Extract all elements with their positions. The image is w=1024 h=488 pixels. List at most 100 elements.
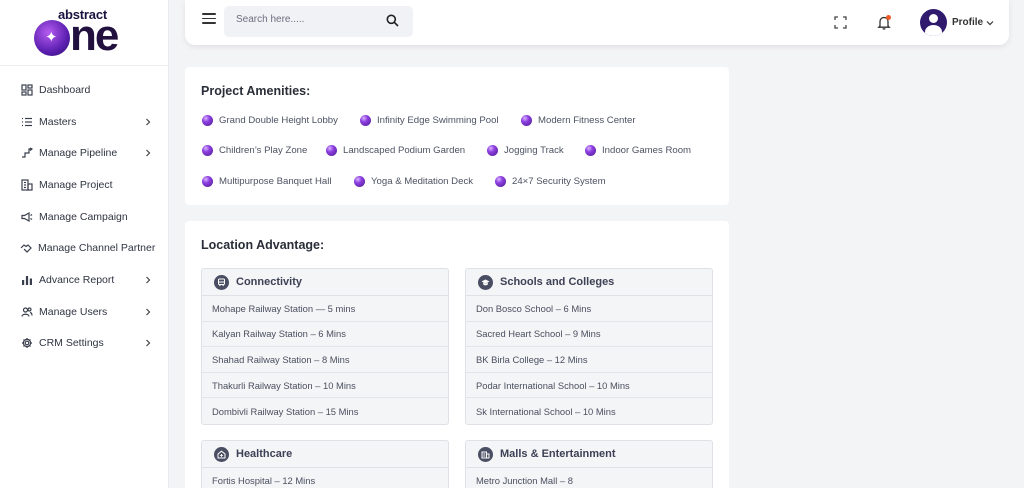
schools-box: Schools and Colleges Don Bosco School – … (465, 268, 713, 425)
fullscreen-icon[interactable] (834, 16, 847, 29)
sidebar-item-crm-settings[interactable]: CRM Settings (0, 328, 168, 360)
bullet-icon (521, 115, 532, 126)
amenity-item: Yoga & Meditation Deck (354, 176, 473, 187)
amenity-item: Jogging Track (487, 145, 564, 156)
list-item: Mohape Railway Station — 5 mins (202, 296, 448, 322)
sidebar-item-label: Advance Report (39, 273, 115, 286)
list-item: BK Birla College – 12 Mins (466, 347, 712, 373)
hamburger-menu-icon[interactable] (202, 13, 216, 25)
amenity-item: Infinity Edge Swimming Pool (360, 115, 499, 126)
amenity-item: Children’s Play Zone (202, 145, 307, 156)
brand-logo-bottom-text: ne (70, 11, 119, 60)
sparkle-icon: ✦ (45, 29, 58, 46)
list-item: Dombivli Railway Station – 15 Mins (212, 405, 359, 417)
bullet-icon (326, 145, 337, 156)
sidebar-item-label: Manage Pipeline (39, 147, 118, 160)
profile-label: Profile (952, 17, 984, 28)
connectivity-header: Connectivity (202, 269, 448, 296)
sidebar-item-masters[interactable]: Masters (0, 106, 168, 138)
notification-badge (886, 15, 891, 20)
gear-icon (20, 337, 33, 350)
bar-chart-icon (20, 273, 33, 286)
sidebar-item-label: Dashboard (39, 83, 91, 96)
sidebar-item-label: Manage Project (39, 178, 113, 191)
amenity-label: Indoor Games Room (602, 145, 692, 156)
list-item: Shahad Railway Station – 8 Mins (202, 347, 448, 373)
megaphone-icon (20, 210, 33, 223)
amenity-item: Multipurpose Banquet Hall (202, 176, 332, 187)
malls-box: Malls & Entertainment Metro Junction Mal… (465, 440, 713, 488)
list-item: Sacred Heart School – 9 Mins (466, 322, 712, 348)
healthcare-box: Healthcare Fortis Hospital – 12 Mins (201, 440, 449, 488)
bullet-icon (360, 115, 371, 126)
sidebar-item-manage-pipeline[interactable]: Manage Pipeline (0, 137, 168, 169)
project-amenities-card: Project Amenities: Grand Double Height L… (185, 67, 729, 205)
sidebar-item-label: Masters (39, 115, 77, 128)
chevron-right-icon (146, 149, 151, 157)
healthcare-header: Healthcare (202, 441, 448, 468)
connectivity-box: Connectivity Mohape Railway Station — 5 … (201, 268, 449, 425)
bullet-icon (487, 145, 498, 156)
sidebar-item-label: Manage Users (39, 305, 108, 318)
sidebar-item-label: Manage Campaign (39, 210, 128, 223)
partner-icon (20, 242, 32, 255)
healthcare-title: Healthcare (236, 448, 293, 460)
users-icon (20, 305, 33, 318)
amenity-label: Yoga & Meditation Deck (371, 176, 474, 187)
malls-header: Malls & Entertainment (466, 441, 712, 468)
schools-title: Schools and Colleges (500, 276, 615, 288)
sidebar-nav: Dashboard Masters Manage Pipeline Manage… (0, 74, 168, 359)
list-icon (20, 115, 33, 128)
amenity-item: 24×7 Security System (495, 176, 606, 187)
amenity-label: 24×7 Security System (512, 176, 606, 187)
amenity-label: Infinity Edge Swimming Pool (377, 115, 499, 126)
building-icon (20, 178, 33, 191)
profile-menu[interactable]: Profile (920, 9, 994, 36)
malls-title: Malls & Entertainment (500, 448, 616, 460)
sidebar-item-manage-project[interactable]: Manage Project (0, 169, 168, 201)
sidebar-item-manage-channel-partner[interactable]: Manage Channel Partner (0, 232, 168, 264)
amenity-label: Children’s Play Zone (219, 145, 308, 156)
schools-header: Schools and Colleges (466, 269, 712, 296)
chevron-right-icon (146, 339, 151, 347)
bullet-icon (585, 145, 596, 156)
amenity-label: Jogging Track (504, 145, 564, 156)
location-title: Location Advantage: (201, 238, 325, 252)
search-input[interactable] (236, 14, 376, 25)
train-icon (214, 274, 229, 290)
bullet-icon (202, 115, 213, 126)
search-icon[interactable] (386, 14, 399, 27)
sidebar-item-label: Manage Channel Partner (38, 242, 156, 255)
amenity-label: Modern Fitness Center (538, 115, 636, 126)
sidebar-item-label: CRM Settings (39, 337, 104, 350)
list-item: Metro Junction Mall – 8 (476, 475, 573, 487)
list-item: Don Bosco School – 6 Mins (466, 296, 712, 322)
connectivity-title: Connectivity (236, 276, 303, 288)
top-bar: Profile (185, 0, 1009, 45)
amenity-item: Grand Double Height Lobby (202, 115, 338, 126)
list-item: Fortis Hospital – 12 Mins (212, 475, 316, 487)
amenity-item: Indoor Games Room (585, 145, 691, 156)
sidebar-item-dashboard[interactable]: Dashboard (0, 74, 168, 106)
sidebar-item-manage-campaign[interactable]: Manage Campaign (0, 201, 168, 233)
amenities-title: Project Amenities: (201, 84, 311, 98)
sidebar: abstract ✦ ne Dashboard Masters Manage P… (0, 0, 169, 488)
mall-icon (478, 446, 493, 462)
location-advantage-card: Location Advantage: Connectivity Mohape … (185, 221, 729, 488)
list-item: Thakurli Railway Station – 10 Mins (202, 373, 448, 399)
list-item: Kalyan Railway Station – 6 Mins (202, 322, 448, 348)
bullet-icon (202, 176, 213, 187)
dashboard-icon (20, 83, 33, 96)
list-item: Podar International School – 10 Mins (466, 373, 712, 399)
brand-logo[interactable]: abstract ✦ ne (0, 0, 168, 66)
sidebar-item-advance-report[interactable]: Advance Report (0, 264, 168, 296)
bullet-icon (354, 176, 365, 187)
chevron-right-icon (146, 308, 151, 316)
hospital-icon (214, 446, 229, 462)
chevron-down-icon (986, 20, 994, 25)
sidebar-item-manage-users[interactable]: Manage Users (0, 296, 168, 328)
bullet-icon (202, 145, 213, 156)
search-box (224, 6, 413, 37)
chevron-right-icon (146, 276, 151, 284)
amenity-label: Multipurpose Banquet Hall (219, 176, 332, 187)
